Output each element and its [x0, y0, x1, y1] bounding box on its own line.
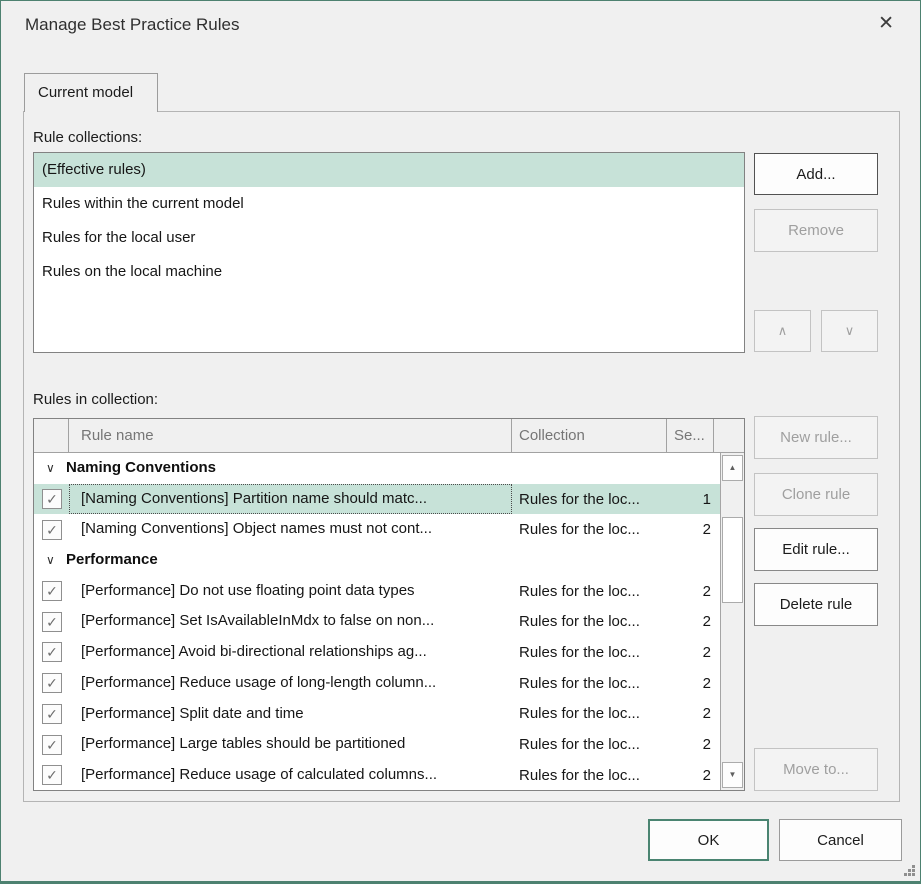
group-name: Naming Conventions — [66, 459, 216, 476]
rule-checkbox[interactable]: ✓ — [42, 642, 62, 662]
scroll-up-icon[interactable]: ▲ — [722, 455, 743, 481]
rule-collection-cell: Rules for the loc... — [512, 583, 667, 600]
rule-severity-cell: 2 — [667, 613, 720, 630]
group-row-performance[interactable]: ∨Performance — [34, 545, 720, 576]
check-icon: ✓ — [46, 523, 58, 537]
rule-collection-cell: Rules for the loc... — [512, 491, 667, 508]
list-item-local-machine-rules[interactable]: Rules on the local machine — [34, 255, 744, 289]
chevron-down-icon[interactable]: ∨ — [46, 453, 66, 484]
check-icon: ✓ — [46, 645, 58, 659]
rule-checkbox[interactable]: ✓ — [42, 520, 62, 540]
remove-button[interactable]: Remove — [754, 209, 878, 252]
header-spacer — [714, 419, 744, 452]
rule-name-cell: [Performance] Split date and time — [69, 699, 512, 730]
table-row[interactable]: ✓ [Performance] Reduce usage of long-len… — [34, 668, 720, 699]
group-row-naming-conventions[interactable]: ∨Naming Conventions — [34, 453, 720, 484]
rule-collection-cell: Rules for the loc... — [512, 644, 667, 661]
edit-rule-button[interactable]: Edit rule... — [754, 528, 878, 571]
check-icon: ✓ — [46, 676, 58, 690]
rules-table-header: Rule name Collection Se... — [34, 419, 744, 453]
check-icon: ✓ — [46, 768, 58, 782]
clone-rule-button[interactable]: Clone rule — [754, 473, 878, 516]
table-row[interactable]: ✓ [Performance] Set IsAvailableInMdx to … — [34, 606, 720, 637]
rule-checkbox[interactable]: ✓ — [42, 612, 62, 632]
rule-collection-cell: Rules for the loc... — [512, 736, 667, 753]
rules-table: Rule name Collection Se... ∨Naming Conve… — [33, 418, 745, 791]
header-collection[interactable]: Collection — [512, 419, 667, 452]
rule-severity-cell: 2 — [667, 705, 720, 722]
header-rule-name[interactable]: Rule name — [69, 419, 512, 452]
rule-severity-cell: 2 — [667, 675, 720, 692]
rule-name-cell: [Performance] Do not use floating point … — [69, 576, 512, 607]
list-item-effective-rules[interactable]: (Effective rules) — [34, 153, 744, 187]
table-row[interactable]: ✓ [Performance] Split date and time Rule… — [34, 699, 720, 730]
dialog-title: Manage Best Practice Rules — [25, 15, 240, 35]
resize-grip[interactable] — [912, 865, 915, 868]
rule-collection-cell: Rules for the loc... — [512, 705, 667, 722]
rule-name-cell: [Performance] Set IsAvailableInMdx to fa… — [69, 606, 512, 637]
rule-checkbox[interactable]: ✓ — [42, 765, 62, 785]
tab-current-model[interactable]: Current model — [24, 73, 158, 112]
table-row[interactable]: ✓ [Performance] Do not use floating poin… — [34, 576, 720, 607]
check-icon: ✓ — [46, 738, 58, 752]
cancel-button[interactable]: Cancel — [779, 819, 902, 861]
table-row[interactable]: ✓ [Naming Conventions] Object names must… — [34, 514, 720, 545]
header-checkbox-column — [34, 419, 69, 452]
rule-checkbox[interactable]: ✓ — [42, 704, 62, 724]
rule-collection-cell: Rules for the loc... — [512, 675, 667, 692]
close-icon[interactable]: ✕ — [878, 12, 894, 35]
table-row[interactable]: ✓ [Performance] Reduce usage of calculat… — [34, 760, 720, 790]
scroll-down-icon[interactable]: ▼ — [722, 762, 743, 788]
header-severity[interactable]: Se... — [667, 419, 714, 452]
rule-collections-list: (Effective rules) Rules within the curre… — [33, 152, 745, 353]
rule-severity-cell: 2 — [667, 644, 720, 661]
chevron-down-icon[interactable]: ∨ — [46, 545, 66, 576]
table-row[interactable]: ✓ [Performance] Avoid bi-directional rel… — [34, 637, 720, 668]
rule-checkbox[interactable]: ✓ — [42, 735, 62, 755]
rule-severity-cell: 2 — [667, 521, 720, 538]
table-row[interactable]: ✓ [Naming Conventions] Partition name sh… — [34, 484, 720, 515]
rule-severity-cell: 2 — [667, 583, 720, 600]
check-icon: ✓ — [46, 492, 58, 506]
table-row[interactable]: ✓ [Performance] Large tables should be p… — [34, 729, 720, 760]
rule-severity-cell: 1 — [667, 491, 720, 508]
move-collection-down-button[interactable]: ∨ — [821, 310, 878, 352]
table-vertical-scrollbar[interactable]: ▲ ▼ — [721, 453, 744, 790]
rule-checkbox[interactable]: ✓ — [42, 581, 62, 601]
rule-collection-cell: Rules for the loc... — [512, 521, 667, 538]
delete-rule-button[interactable]: Delete rule — [754, 583, 878, 626]
rule-severity-cell: 2 — [667, 736, 720, 753]
rule-collections-label: Rule collections: — [33, 129, 142, 146]
rules-in-collection-label: Rules in collection: — [33, 391, 158, 408]
rule-name-cell: [Naming Conventions] Object names must n… — [69, 514, 512, 545]
rule-collection-cell: Rules for the loc... — [512, 767, 667, 784]
rule-name-cell: [Performance] Reduce usage of calculated… — [69, 760, 512, 790]
rule-name-cell: [Naming Conventions] Partition name shou… — [69, 484, 512, 515]
scrollbar-thumb[interactable] — [722, 517, 743, 603]
rule-collection-cell: Rules for the loc... — [512, 613, 667, 630]
check-icon: ✓ — [46, 615, 58, 629]
check-icon: ✓ — [46, 584, 58, 598]
add-button[interactable]: Add... — [754, 153, 878, 195]
group-name: Performance — [66, 551, 158, 568]
move-to-button[interactable]: Move to... — [754, 748, 878, 791]
check-icon: ✓ — [46, 707, 58, 721]
ok-button[interactable]: OK — [648, 819, 769, 861]
list-item-current-model-rules[interactable]: Rules within the current model — [34, 187, 744, 221]
rule-name-cell: [Performance] Reduce usage of long-lengt… — [69, 668, 512, 699]
rule-name-cell: [Performance] Avoid bi-directional relat… — [69, 637, 512, 668]
rules-table-body: ∨Naming Conventions ✓ [Naming Convention… — [34, 453, 721, 790]
rule-checkbox[interactable]: ✓ — [42, 673, 62, 693]
list-item-local-user-rules[interactable]: Rules for the local user — [34, 221, 744, 255]
new-rule-button[interactable]: New rule... — [754, 416, 878, 459]
rule-checkbox[interactable]: ✓ — [42, 489, 62, 509]
move-collection-up-button[interactable]: ∧ — [754, 310, 811, 352]
rule-name-cell: [Performance] Large tables should be par… — [69, 729, 512, 760]
rule-severity-cell: 2 — [667, 767, 720, 784]
manage-best-practice-rules-dialog: Manage Best Practice Rules ✕ Current mod… — [0, 0, 921, 884]
